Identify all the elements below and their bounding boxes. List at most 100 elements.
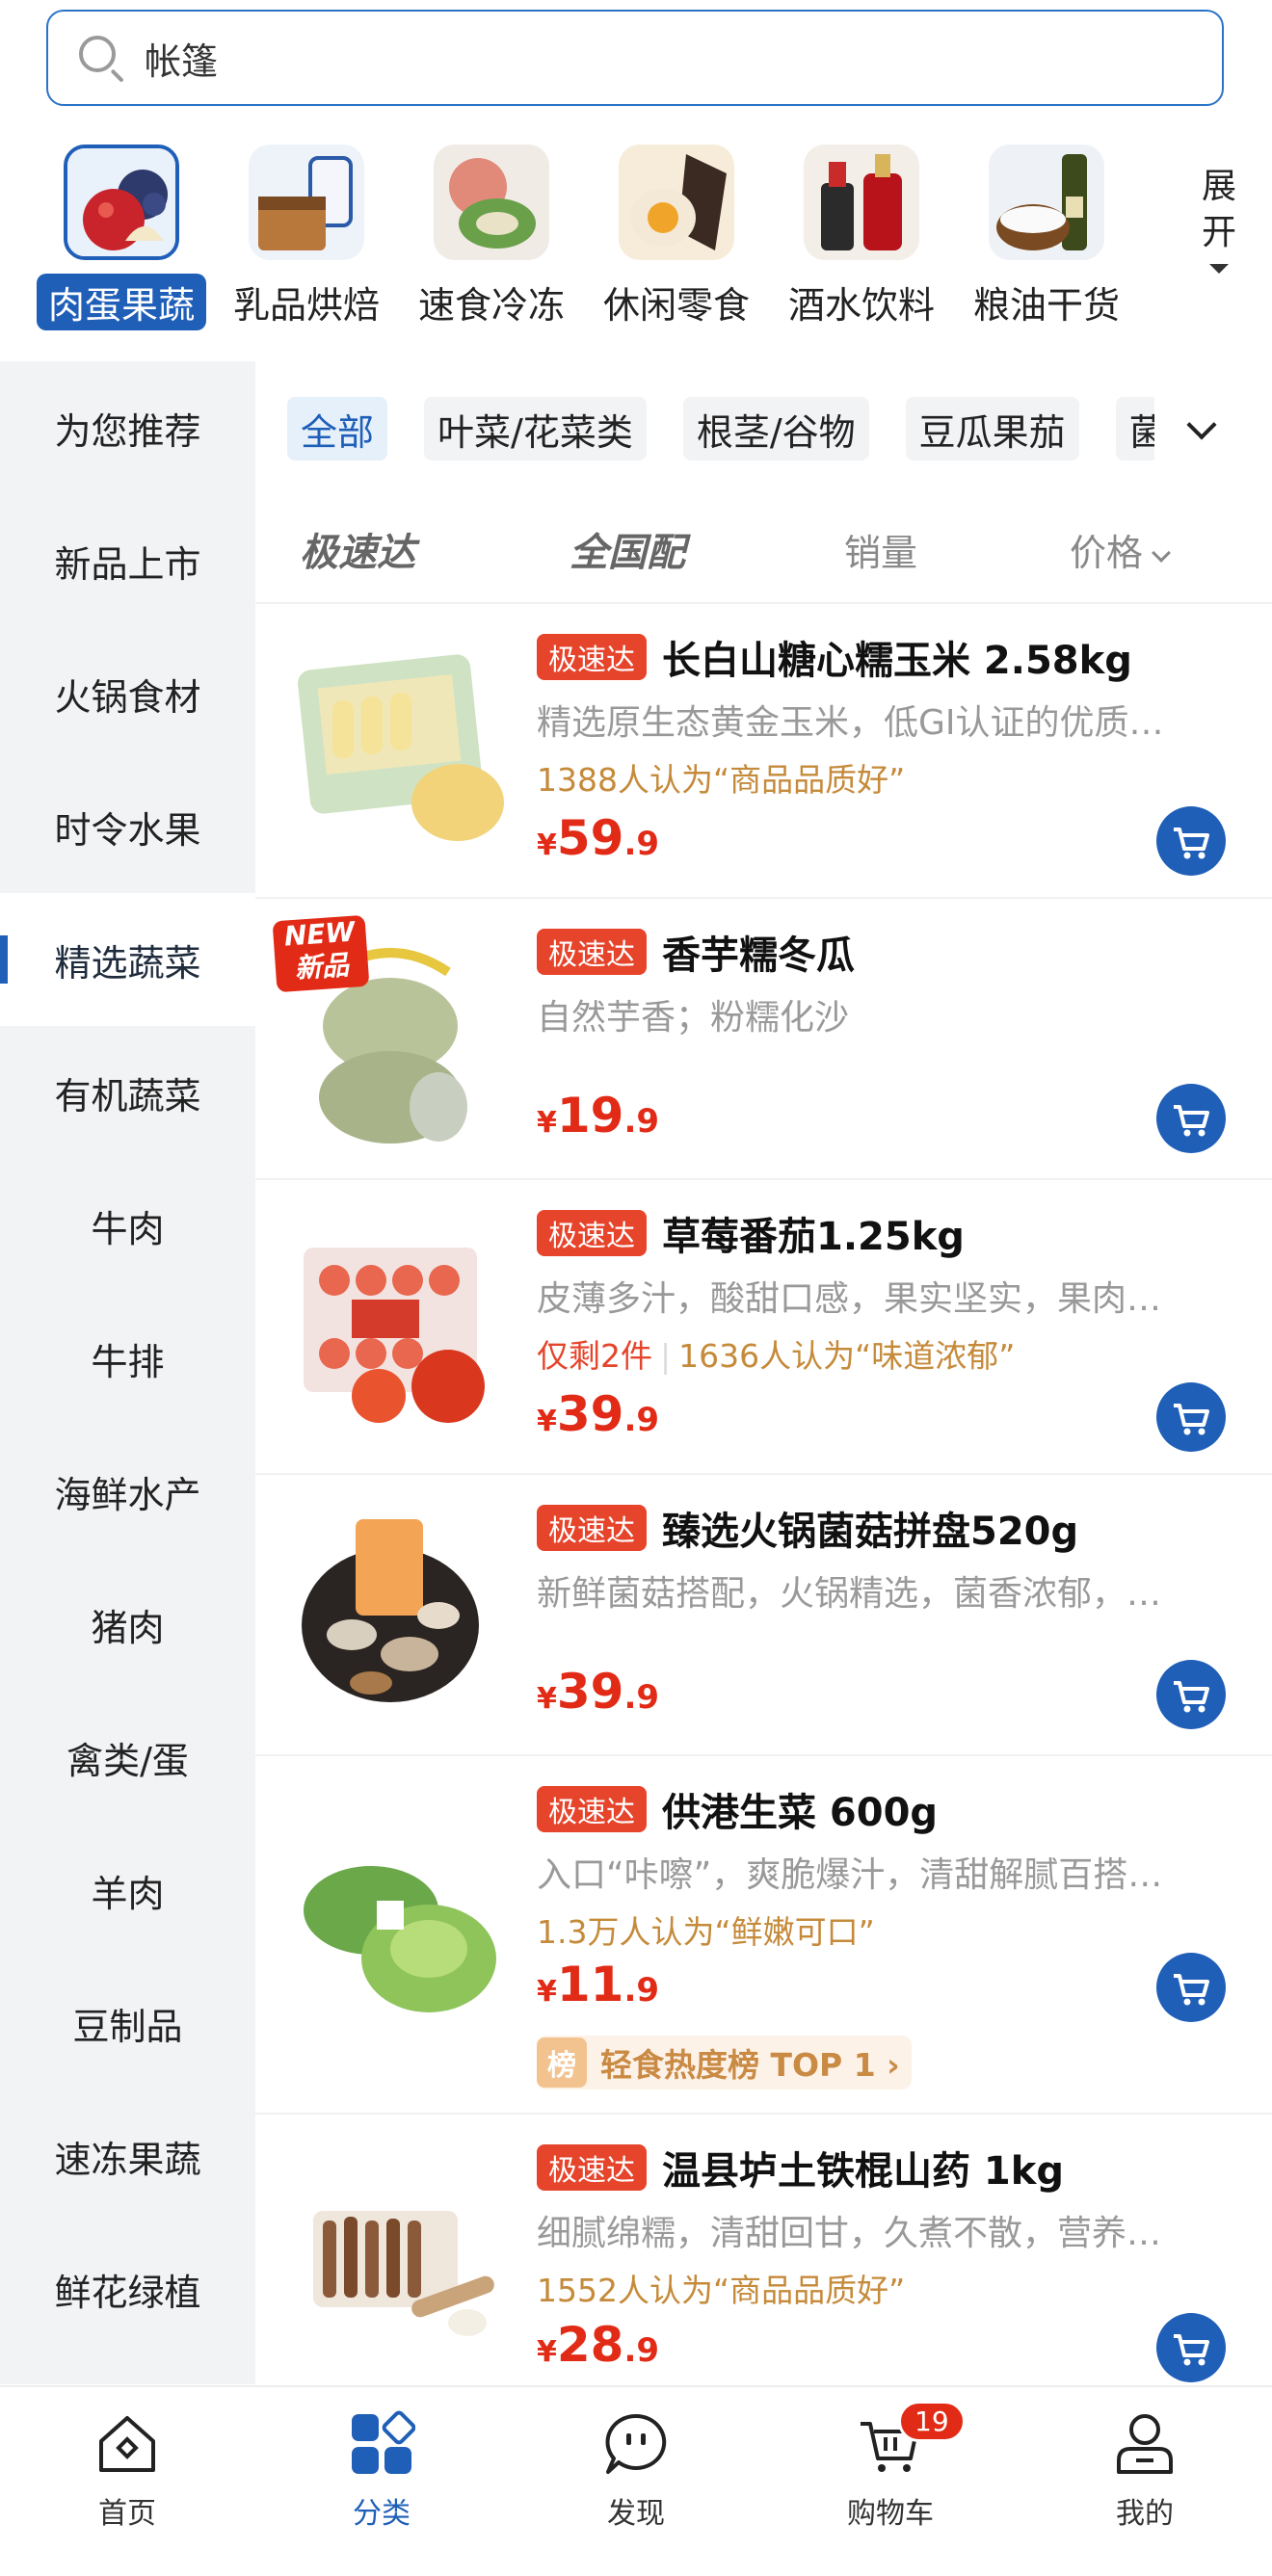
product-desc: 自然芋香；粉糯化沙: [537, 998, 850, 1038]
search-bar[interactable]: 帐篷: [46, 10, 1224, 106]
product-image-yam: [294, 2153, 516, 2375]
drink-image: [804, 145, 919, 260]
add-to-cart-button[interactable]: [1156, 806, 1226, 876]
frozen-food-image: [434, 145, 549, 260]
nav-category[interactable]: 分类: [254, 2387, 509, 2576]
add-to-cart-button[interactable]: [1156, 1660, 1226, 1729]
product-image-tomato: [294, 1219, 516, 1440]
bottom-nav: 首页 分类 发现 19 购物车 我的: [0, 2385, 1272, 2576]
top-category-dairy-bakery[interactable]: 乳品烘焙: [214, 145, 399, 337]
add-to-cart-button[interactable]: [1156, 1953, 1226, 2022]
product-info: 极速达 草莓番茄1.25kg 皮薄多汁，酸甜口感，果实坚实，果肉… 仅剩2件 | 16…: [537, 1205, 1211, 1377]
rank-icon: 榜: [537, 2037, 587, 2088]
expand-label-line2: 开: [1201, 213, 1236, 252]
product-image-lettuce: [294, 1814, 516, 2036]
chip-leafy[interactable]: 叶菜/花菜类: [424, 397, 647, 460]
sidebar-item[interactable]: 海鲜水产: [0, 1425, 255, 1558]
chevron-down-icon[interactable]: [1186, 409, 1217, 440]
sort-sales[interactable]: 销量: [844, 523, 917, 576]
product-card[interactable]: 极速达 供港生菜 600g 入口“咔嚓”，爽脆爆汁，清甜解腻百搭… 1.3万人认为…: [255, 1754, 1272, 2113]
home-icon: [99, 2416, 155, 2472]
chevron-down-icon: [1209, 264, 1229, 274]
chip-root[interactable]: 根茎/谷物: [682, 397, 869, 460]
product-social-proof: 仅剩2件 | 1636人认为“味道浓郁”: [537, 1337, 1016, 1375]
grain-oil-image: [989, 145, 1104, 260]
nav-label: 分类: [353, 2497, 411, 2531]
sidebar-item[interactable]: 羊肉: [0, 1824, 255, 1957]
top-category-label: 乳品烘焙: [232, 284, 380, 327]
sidebar-item[interactable]: 时令水果: [0, 760, 255, 893]
product-title-text: 温县垆土铁棍山药 1kg: [662, 2149, 1064, 2194]
sort-national[interactable]: 全国配: [570, 521, 685, 577]
product-title: 极速达 温县垆土铁棍山药 1kg: [537, 2140, 1211, 2195]
sidebar-item[interactable]: 鲜花绿植: [0, 2222, 255, 2355]
nav-discover[interactable]: 发现: [509, 2387, 763, 2576]
top-category-snacks[interactable]: 休闲零食: [584, 145, 769, 337]
top-category-frozen[interactable]: 速食冷冻: [399, 145, 584, 337]
sidebar-item[interactable]: 有机蔬菜: [0, 1026, 255, 1159]
product-title: 极速达 供港生菜 600g: [537, 1781, 1211, 1837]
product-card[interactable]: 极速达 温县垆土铁棍山药 1kg 细腻绵糯，清甜回甘，久煮不散，营养… 1552人…: [255, 2113, 1272, 2398]
sidebar-item[interactable]: 新品上市: [0, 494, 255, 627]
cart-icon: [1174, 828, 1209, 859]
product-image-corn: [294, 643, 516, 864]
nav-label: 发现: [607, 2497, 665, 2531]
top-category-label: 粮油干货: [972, 284, 1120, 327]
cart-icon: [1174, 1404, 1209, 1435]
scroll-fade: [1147, 145, 1185, 337]
nav-home[interactable]: 首页: [0, 2387, 254, 2576]
product-desc: 细腻绵糯，清甜回甘，久煮不散，营养…: [537, 2214, 1162, 2253]
sidebar-item[interactable]: 牛肉: [0, 1159, 255, 1292]
sidebar-item[interactable]: 豆制品: [0, 1957, 255, 2090]
sidebar-item[interactable]: 速冻果蔬: [0, 2090, 255, 2222]
product-info: 极速达 臻选火锅菌菇拼盘520g 新鲜菌菇搭配，火锅精选，菌香浓郁，…: [537, 1500, 1211, 1616]
social-text: 1636人认为“味道浓郁”: [678, 1337, 1016, 1375]
product-title-text: 供港生菜 600g: [662, 1791, 939, 1835]
product-card[interactable]: 极速达 臻选火锅菌菇拼盘520g 新鲜菌菇搭配，火锅精选，菌香浓郁，… ¥39.9: [255, 1473, 1272, 1754]
product-card[interactable]: NEW 新品 极速达 香芋糯冬瓜 自然芋香；粉糯化沙 ¥19.9: [255, 897, 1272, 1178]
product-card[interactable]: 极速达 草莓番茄1.25kg 皮薄多汁，酸甜口感，果实坚实，果肉… 仅剩2件 | 16…: [255, 1178, 1272, 1473]
category-sidebar: 为您推荐 新品上市 火锅食材 时令水果 精选蔬菜 有机蔬菜 牛肉 牛排 海鲜水产…: [0, 361, 255, 2384]
product-card[interactable]: 极速达 长白山糖心糯玉米 2.58kg 精选原生态黄金玉米，低GI认证的优质… 1…: [255, 602, 1272, 897]
add-to-cart-button[interactable]: [1156, 1382, 1226, 1452]
sidebar-item[interactable]: 牛排: [0, 1292, 255, 1425]
subcategory-chips: 全部 叶菜/花菜类 根茎/谷物 豆瓜果茄 菌: [287, 397, 1154, 460]
stock-warning: 仅剩2件: [537, 1337, 652, 1375]
product-desc: 入口“咔嚓”，爽脆爆汁，清甜解腻百搭…: [537, 1855, 1163, 1895]
hot-rank-badge[interactable]: 榜 轻食热度榜 TOP 1 ›: [537, 2036, 912, 2090]
chip-mushroom[interactable]: 菌: [1115, 397, 1154, 460]
sidebar-item[interactable]: 火锅食材: [0, 627, 255, 760]
add-to-cart-button[interactable]: [1156, 1084, 1226, 1153]
chip-all[interactable]: 全部: [287, 397, 388, 460]
sidebar-item[interactable]: 为您推荐: [0, 361, 255, 494]
new-product-badge: NEW 新品: [272, 914, 370, 993]
top-category-meat-egg-fruit-veg[interactable]: 肉蛋果蔬: [29, 145, 214, 337]
sidebar-item[interactable]: 猪肉: [0, 1558, 255, 1691]
product-price: ¥39.9: [537, 1386, 660, 1442]
sidebar-item[interactable]: 禽类/蛋: [0, 1691, 255, 1824]
cart-count-badge: 19: [898, 2401, 966, 2442]
nav-profile[interactable]: 我的: [1018, 2387, 1272, 2576]
sidebar-item-active[interactable]: 精选蔬菜: [0, 893, 255, 1026]
sort-bar: 极速达 全国配 销量 价格: [255, 511, 1272, 588]
express-tag: 极速达: [537, 1210, 647, 1256]
nav-cart[interactable]: 19 购物车: [763, 2387, 1018, 2576]
nav-label: 购物车: [847, 2497, 934, 2531]
top-category-grain-oil[interactable]: 粮油干货: [954, 145, 1139, 337]
product-title: 极速达 草莓番茄1.25kg: [537, 1205, 1211, 1261]
expand-categories-button[interactable]: 展 开: [1185, 164, 1253, 274]
search-input[interactable]: 帐篷: [145, 32, 218, 85]
sort-price[interactable]: 价格: [1070, 523, 1171, 576]
product-price: ¥11.9: [537, 1957, 660, 2012]
chip-melon[interactable]: 豆瓜果茄: [905, 397, 1079, 460]
sort-express[interactable]: 极速达: [300, 521, 415, 577]
express-tag: 极速达: [537, 2144, 647, 2191]
top-category-drinks[interactable]: 酒水饮料: [769, 145, 954, 337]
product-desc: 皮薄多汁，酸甜口感，果实坚实，果肉…: [537, 1279, 1162, 1319]
express-tag: 极速达: [537, 634, 647, 680]
cart-icon: [1174, 1681, 1209, 1713]
cart-icon: [1174, 2334, 1209, 2366]
cart-icon: [1174, 1974, 1209, 2006]
express-tag: 极速达: [537, 1505, 647, 1551]
add-to-cart-button[interactable]: [1156, 2313, 1226, 2382]
